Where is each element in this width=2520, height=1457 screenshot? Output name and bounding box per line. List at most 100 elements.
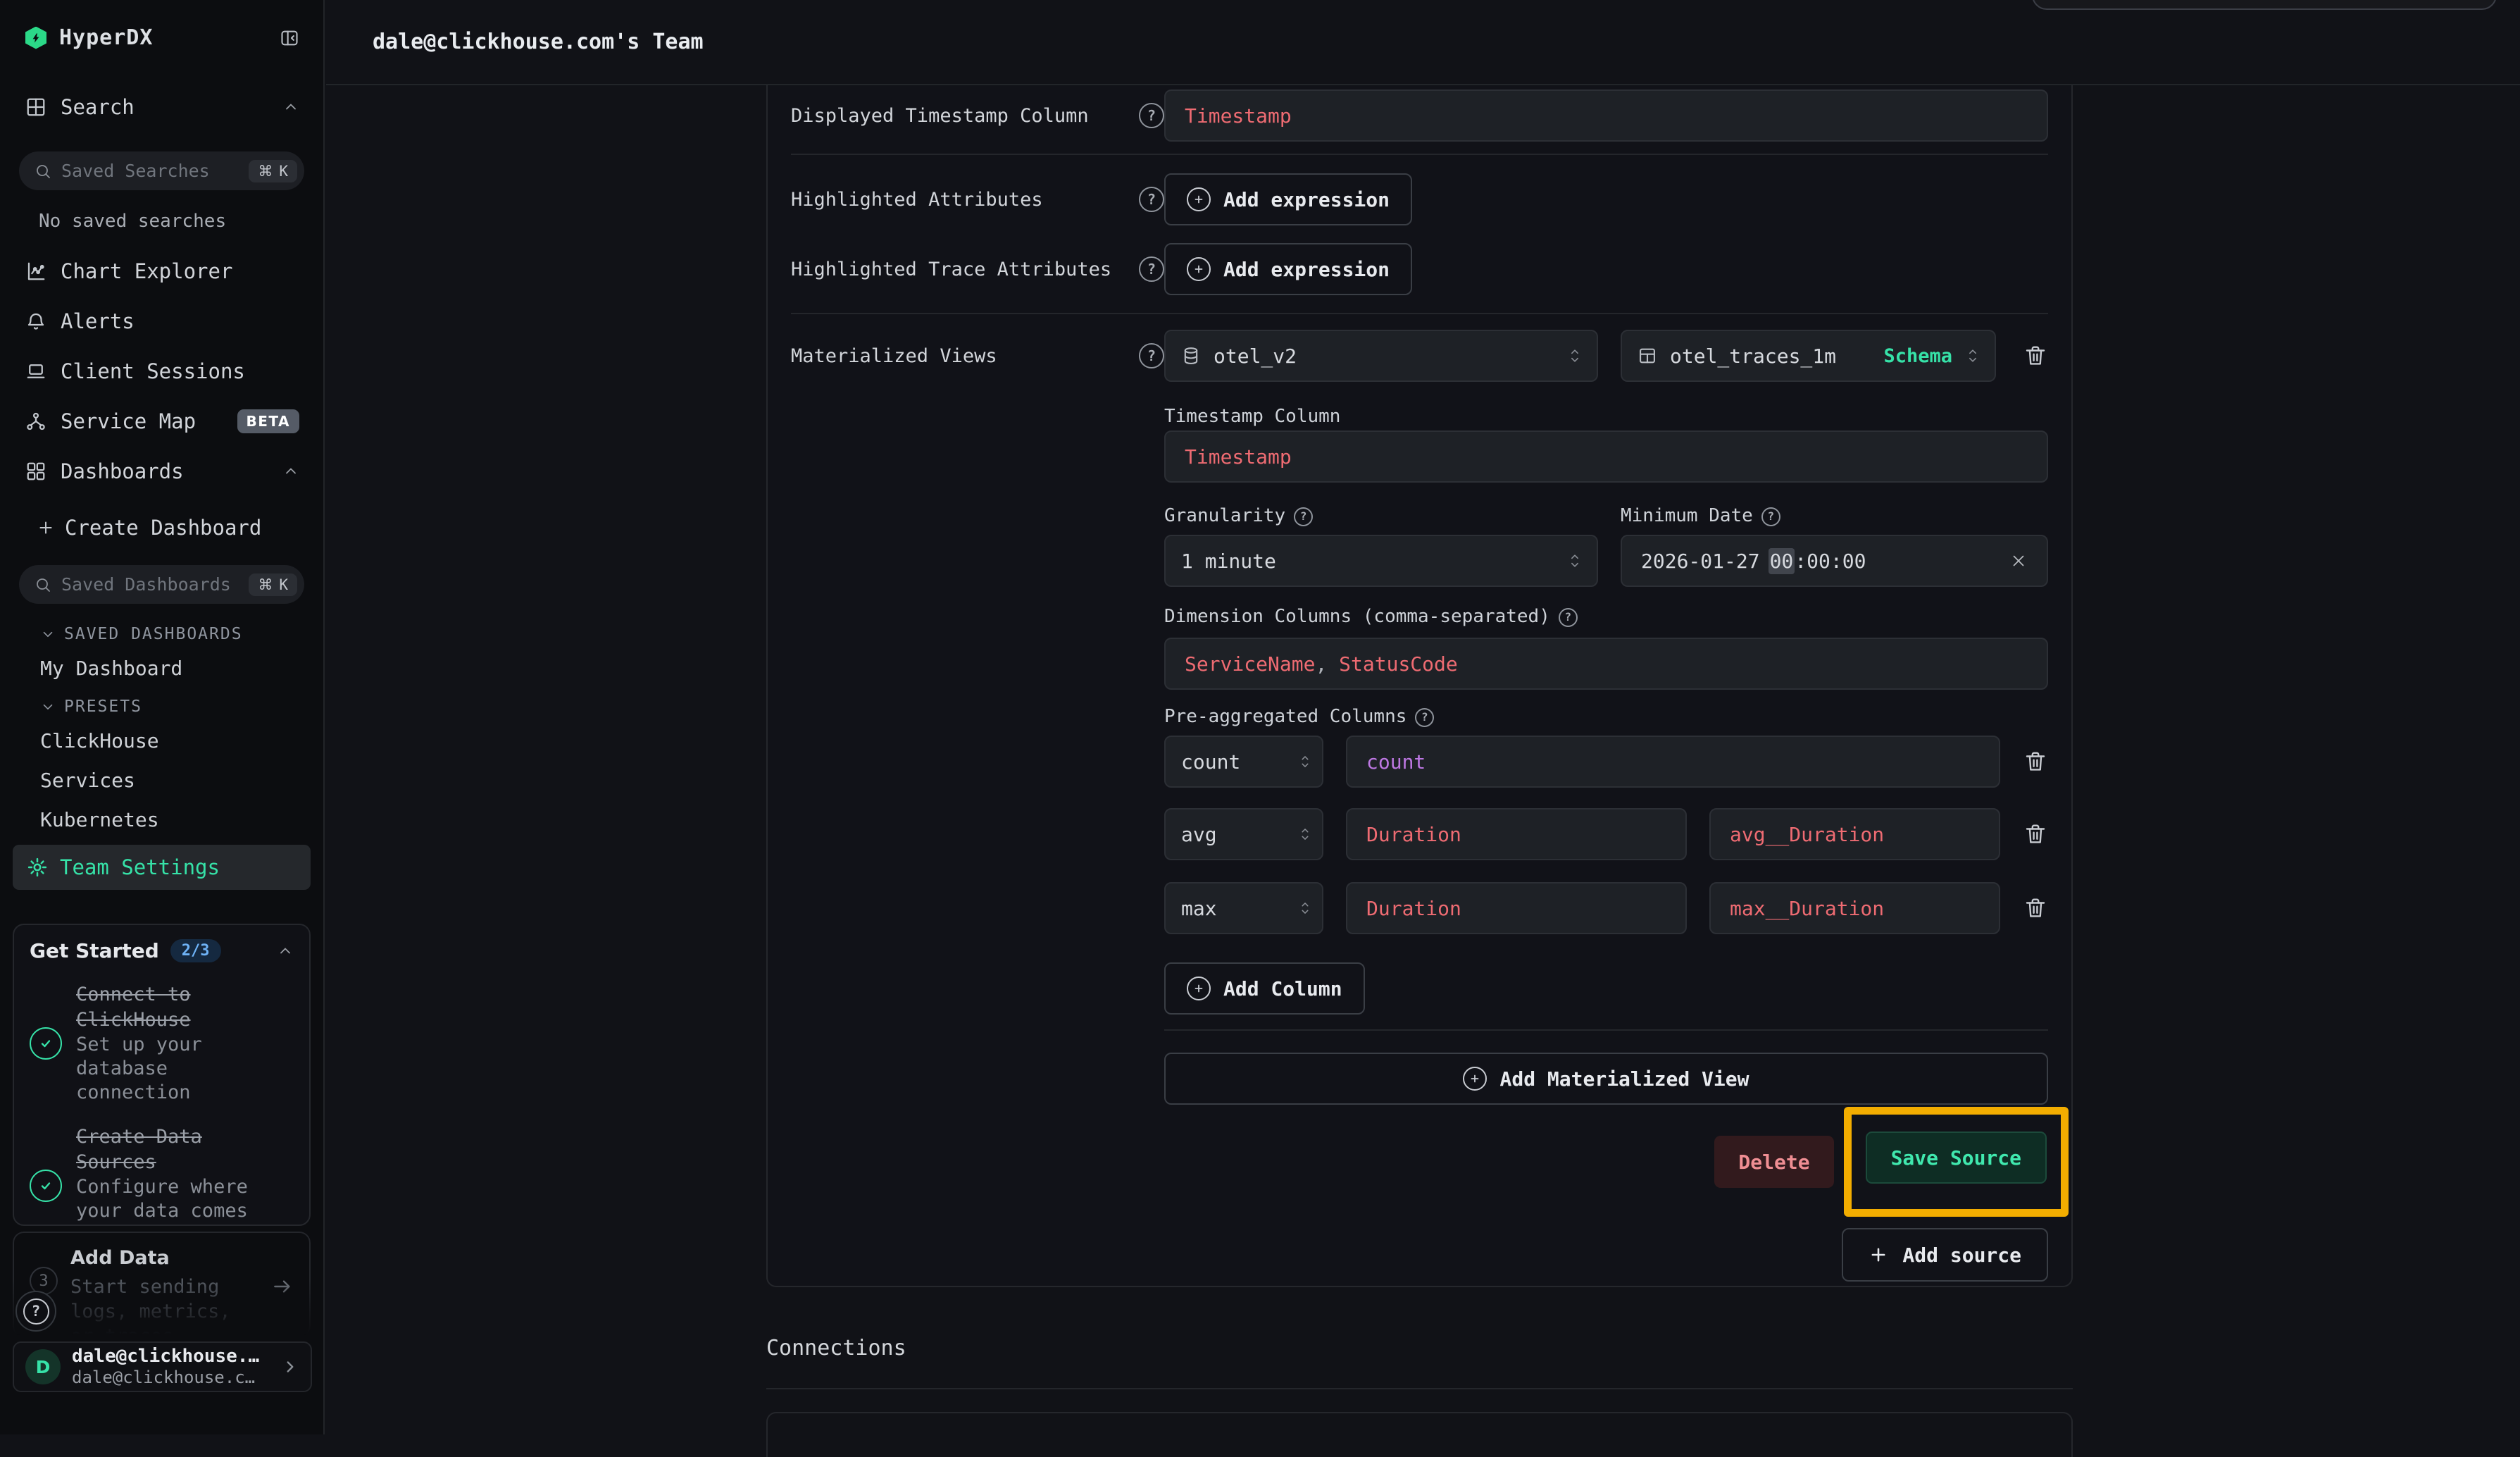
hyperdx-logo-icon (25, 27, 46, 49)
chevron-up-icon[interactable] (282, 463, 299, 480)
granularity-select[interactable]: 1 minute (1164, 535, 1598, 587)
agg-expression-input[interactable]: Duration (1346, 882, 1687, 934)
check-circle-icon (30, 1027, 62, 1060)
sidebar-item-label: Client Sessions (61, 359, 245, 383)
add-source-row: Add source (768, 1228, 2071, 1282)
progress-badge: 2/3 (170, 939, 221, 962)
clear-date-icon[interactable] (2009, 552, 2028, 570)
sidebar-item-label: Service Map (61, 409, 196, 433)
agg-function-select[interactable]: count (1164, 736, 1323, 788)
user-menu[interactable]: D dale@clickhouse.… dale@clickhouse.c… (13, 1341, 312, 1392)
select-chevrons-icon (1298, 900, 1312, 917)
dimension-columns-label: Dimension Columns (comma-separated)? (1164, 604, 2048, 628)
add-data-desc: Start sending logs, metrics, or traces (70, 1275, 258, 1348)
sidebar-item-kubernetes[interactable]: Kubernetes (0, 808, 323, 831)
sidebar-item-team-settings[interactable]: Team Settings (13, 845, 311, 890)
question-icon: ? (23, 1298, 49, 1325)
mv-timestamp-column-input[interactable]: Timestamp (1164, 430, 2048, 483)
sidebar-item-dashboards[interactable]: Dashboards (0, 456, 323, 487)
sidebar: HyperDX Search ⌘ K No saved searches Cha… (0, 0, 325, 1434)
connections-panel-partial (766, 1412, 2073, 1457)
bell-icon (25, 311, 46, 332)
add-data-card[interactable]: 3 Add Data Start sending logs, metrics, … (13, 1232, 311, 1337)
sidebar-item-alerts[interactable]: Alerts (0, 306, 323, 337)
team-settings-label: Team Settings (60, 855, 220, 879)
schema-link[interactable]: Schema (1883, 345, 1952, 367)
get-started-step-connect[interactable]: Connect to ClickHouse Set up your databa… (30, 982, 294, 1105)
arrow-right-icon (271, 1275, 294, 1298)
minimum-date-input[interactable]: 2026-01-27 00 :00:00 (1621, 535, 2048, 587)
help-icon[interactable]: ? (1139, 256, 1164, 282)
mv-table-select[interactable]: otel_traces_1m Schema (1621, 330, 1996, 382)
granularity-label: Granularity? (1164, 504, 1598, 528)
delete-column-button[interactable] (2023, 821, 2048, 848)
add-source-button[interactable]: Add source (1842, 1228, 2048, 1282)
step-desc: Set up your database connection (76, 1033, 280, 1105)
select-chevrons-icon (1298, 753, 1312, 770)
preagg-row: max Duration max__Duration (1164, 882, 2048, 934)
form-row-highlighted-trace-attributes: Highlighted Trace Attributes ? Add expre… (768, 243, 2071, 295)
mv-database-select[interactable]: otel_v2 (1164, 330, 1598, 382)
chevron-up-icon[interactable] (282, 99, 299, 116)
create-dashboard-button[interactable]: Create Dashboard (0, 512, 323, 543)
agg-alias-input[interactable]: max__Duration (1709, 882, 2000, 934)
agg-function-select[interactable]: max (1164, 882, 1323, 934)
time-hours-selected[interactable]: 00 (1769, 548, 1795, 574)
saved-searches-input[interactable] (61, 161, 239, 181)
service-map-icon (25, 411, 46, 432)
saved-dashboards-section-toggle[interactable]: SAVED DASHBOARDS (0, 625, 323, 643)
displayed-timestamp-input[interactable]: Timestamp (1164, 89, 2048, 142)
user-name: dale@clickhouse.… (72, 1346, 270, 1367)
help-icon[interactable]: ? (1139, 343, 1164, 368)
add-expression-button[interactable]: Add expression (1164, 243, 1412, 295)
help-icon[interactable]: ? (1294, 507, 1313, 526)
help-icon[interactable]: ? (1559, 608, 1578, 627)
saved-dashboards-search: ⌘ K (19, 565, 304, 604)
delete-materialized-view-button[interactable] (2023, 342, 2048, 369)
preagg-columns-label: Pre-aggregated Columns? (1164, 705, 2048, 728)
delete-column-button[interactable] (2023, 895, 2048, 922)
chevron-right-icon (281, 1358, 299, 1376)
sidebar-item-search[interactable]: Search (0, 92, 323, 123)
add-column-button[interactable]: Add Column (1164, 962, 1365, 1015)
sidebar-item-chart-explorer[interactable]: Chart Explorer (0, 256, 323, 287)
select-chevrons-icon (1298, 826, 1312, 843)
add-materialized-view-button[interactable]: Add Materialized View (1164, 1053, 2048, 1105)
top-right-toolbar-partial (2032, 0, 2497, 10)
help-icon[interactable]: ? (1139, 103, 1164, 128)
keyboard-shortcut: ⌘ K (249, 574, 297, 596)
save-source-button[interactable]: Save Source (1866, 1132, 2047, 1184)
add-expression-button[interactable]: Add expression (1164, 173, 1412, 225)
delete-column-button[interactable] (2023, 748, 2048, 775)
get-started-step-sources[interactable]: Create Data Sources Configure where your… (30, 1124, 294, 1226)
sidebar-item-service-map[interactable]: Service Map BETA (0, 406, 323, 437)
delete-source-button[interactable]: Delete (1714, 1136, 1833, 1188)
connections-heading: Connections (766, 1336, 906, 1360)
saved-searches-search: ⌘ K (19, 151, 304, 190)
dimension-columns-input[interactable]: ServiceName, StatusCode (1164, 638, 2048, 690)
agg-expression-input[interactable]: Duration (1346, 808, 1687, 860)
sidebar-item-client-sessions[interactable]: Client Sessions (0, 356, 323, 387)
saved-dashboards-input[interactable] (61, 574, 239, 595)
plus-icon (37, 519, 55, 537)
help-icon[interactable]: ? (1139, 187, 1164, 212)
chevron-up-icon[interactable] (277, 943, 294, 960)
agg-expression-input[interactable]: count (1346, 736, 2000, 788)
sidebar-item-services[interactable]: Services (0, 769, 323, 792)
divider (766, 1388, 2073, 1389)
agg-function-select[interactable]: avg (1164, 808, 1323, 860)
sidebar-item-clickhouse[interactable]: ClickHouse (0, 729, 323, 752)
help-button[interactable]: ? (15, 1291, 56, 1332)
presets-section-toggle[interactable]: PRESETS (0, 698, 323, 716)
plus-circle-icon (1187, 257, 1211, 281)
select-chevrons-icon (1965, 347, 1981, 365)
divider (1164, 1029, 2048, 1031)
logo-row: HyperDX (0, 0, 323, 50)
sidebar-item-my-dashboard[interactable]: My Dashboard (0, 657, 323, 680)
step-title: Create Data Sources (76, 1124, 266, 1175)
keyboard-shortcut: ⌘ K (249, 160, 297, 182)
help-icon[interactable]: ? (1761, 507, 1780, 526)
help-icon[interactable]: ? (1415, 708, 1434, 727)
agg-alias-input[interactable]: avg__Duration (1709, 808, 2000, 860)
sidebar-collapse-icon[interactable] (280, 28, 299, 48)
